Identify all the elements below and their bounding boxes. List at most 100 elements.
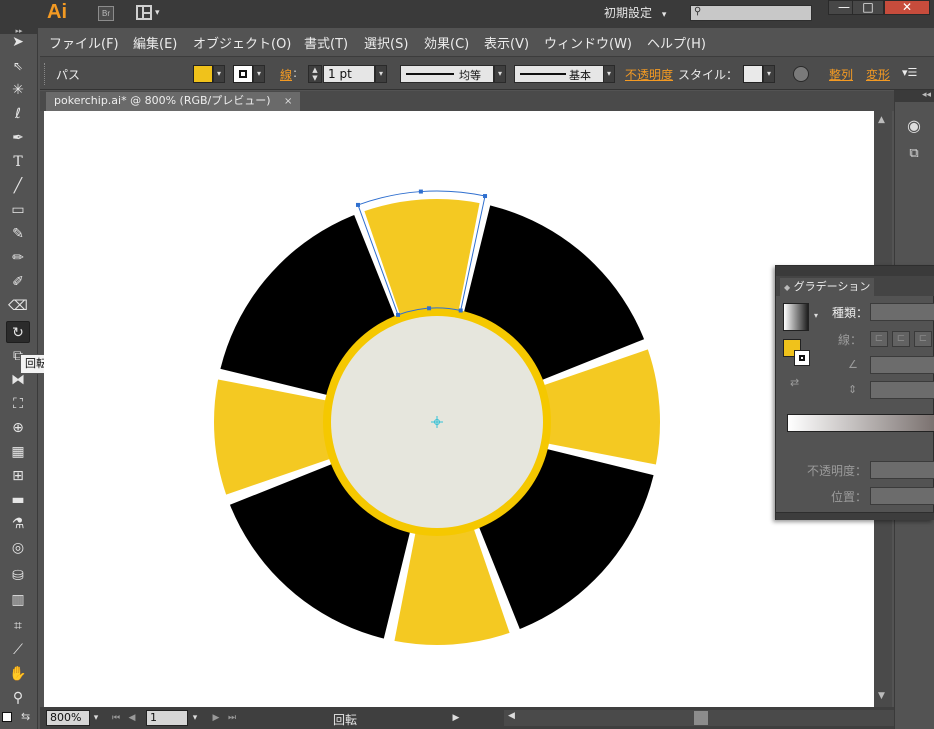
maximize-button[interactable]: □ — [852, 0, 884, 15]
rotate-tool-icon[interactable]: ↻ — [6, 321, 30, 343]
transform-link[interactable]: 変形 — [866, 66, 890, 83]
eyedropper-tool-icon[interactable]: ⚗ — [6, 513, 30, 535]
anchor-point[interactable] — [427, 306, 432, 311]
stroke-weight-stepper[interactable]: ▲ ▼ — [308, 65, 322, 83]
appearance-panel-icon[interactable]: ◉ — [903, 116, 925, 136]
arrange-documents-button[interactable]: ▾ — [136, 5, 164, 22]
style-dropdown[interactable]: ▾ — [763, 65, 775, 83]
pen-tool-icon[interactable]: ✒ — [6, 127, 30, 149]
workspace-switcher[interactable]: 初期設定 ▾ — [604, 4, 666, 21]
document-tab[interactable]: pokerchip.ai* @ 800% (RGB/プレビュー) × — [46, 92, 301, 111]
line-tool-icon[interactable]: ╱ — [6, 175, 30, 197]
slice-tool-icon[interactable]: ⟋ — [6, 639, 30, 661]
zoom-field[interactable]: 800% — [46, 710, 90, 726]
prev-artboard-button[interactable]: ◀ — [126, 710, 138, 726]
panel-grip[interactable] — [44, 63, 47, 85]
next-artboard-button[interactable]: ▶ — [210, 710, 222, 726]
gradient-slider[interactable] — [787, 414, 934, 432]
anchor-point[interactable] — [355, 202, 360, 207]
status-menu-arrow[interactable]: ▶ — [450, 710, 462, 726]
hand-tool-icon[interactable]: ✋ — [6, 663, 30, 685]
menu-help[interactable]: ヘルプ(H) — [647, 33, 706, 52]
magic-wand-tool-icon[interactable]: ✳ — [6, 79, 30, 101]
menu-effect[interactable]: 効果(C) — [424, 33, 469, 52]
eraser-tool-icon[interactable]: ⌫ — [6, 295, 30, 317]
opacity-link[interactable]: 不透明度 — [625, 66, 673, 83]
stroke-weight-field[interactable]: 1 pt — [323, 65, 375, 83]
direct-selection-tool-icon[interactable]: ⇖ — [6, 55, 30, 77]
stroke-apply-across-button[interactable]: ⊏ — [914, 331, 932, 347]
aspect-ratio-field[interactable] — [870, 381, 934, 399]
reverse-gradient-icon[interactable]: ⇄ — [790, 376, 799, 389]
profile-dropdown[interactable]: ▾ — [494, 65, 506, 83]
selection-tool-icon[interactable]: ➤ — [6, 31, 30, 53]
gradient-type-select[interactable] — [870, 303, 934, 321]
stroke-panel-link[interactable]: 線 — [280, 66, 292, 83]
menu-edit[interactable]: 編集(E) — [133, 33, 177, 52]
menu-object[interactable]: オブジェクト(O) — [193, 33, 291, 52]
mesh-tool-icon[interactable]: ⊞ — [6, 465, 30, 487]
anchor-point[interactable] — [458, 308, 463, 313]
stroke-color-swatch[interactable] — [794, 350, 810, 366]
anchor-point[interactable] — [483, 194, 488, 199]
graphic-style-swatch[interactable] — [743, 65, 763, 83]
angle-field[interactable] — [870, 356, 934, 374]
pencil-tool-icon[interactable]: ✏ — [6, 247, 30, 269]
scroll-up-icon[interactable]: ▲ — [878, 115, 885, 125]
stroke-apply-along-button[interactable]: ⊏ — [892, 331, 910, 347]
fill-dropdown[interactable]: ▾ — [213, 65, 225, 83]
brush-definition[interactable]: 基本 — [514, 65, 604, 83]
scroll-left-icon[interactable]: ◀ — [508, 711, 515, 721]
layers-panel-icon[interactable]: ⧉ — [903, 144, 925, 164]
scrollbar-thumb[interactable] — [694, 711, 708, 725]
type-tool-icon[interactable]: T — [6, 151, 30, 173]
zoom-tool-icon[interactable]: ⚲ — [6, 687, 30, 709]
zoom-dropdown[interactable]: ▾ — [90, 710, 102, 726]
menu-select[interactable]: 選択(S) — [364, 33, 408, 52]
artboard-dropdown[interactable]: ▾ — [189, 710, 201, 726]
stroke-swatch[interactable] — [233, 65, 253, 83]
position-field[interactable] — [870, 487, 934, 505]
panel-menu-icon[interactable]: ▾☰ — [902, 66, 917, 79]
menu-file[interactable]: ファイル(F) — [49, 33, 119, 52]
paintbrush-tool-icon[interactable]: ✎ — [6, 223, 30, 245]
column-graph-tool-icon[interactable]: ▥ — [6, 589, 30, 611]
opacity-field[interactable] — [870, 461, 934, 479]
stroke-dropdown[interactable]: ▾ — [253, 65, 265, 83]
collapse-arrow-icon[interactable]: ◆ — [784, 283, 790, 292]
dock-collapse-icon[interactable]: ◂◂ — [895, 90, 934, 102]
swap-colors-icon[interactable]: ⇆ — [21, 710, 30, 723]
menu-window[interactable]: ウィンドウ(W) — [544, 33, 632, 52]
fill-swatch[interactable] — [193, 65, 213, 83]
last-artboard-button[interactable]: ⏭ — [226, 710, 238, 726]
artboard-canvas[interactable] — [44, 111, 874, 707]
search-input[interactable]: ⚲ — [690, 5, 812, 21]
blend-tool-icon[interactable]: ◎ — [6, 537, 30, 559]
lasso-tool-icon[interactable]: ℓ — [6, 103, 30, 125]
close-button[interactable]: ✕ — [884, 0, 930, 15]
recolor-artwork-icon[interactable] — [793, 66, 809, 82]
variable-width-profile[interactable]: 均等 — [400, 65, 494, 83]
blob-brush-tool-icon[interactable]: ✐ — [6, 271, 30, 293]
align-link[interactable]: 整列 — [829, 66, 853, 83]
gradient-tool-icon[interactable]: ▬ — [6, 489, 30, 511]
perspective-grid-tool-icon[interactable]: ▦ — [6, 441, 30, 463]
symbol-sprayer-tool-icon[interactable]: ⛁ — [6, 565, 30, 587]
rectangle-tool-icon[interactable]: ▭ — [6, 199, 30, 221]
artboard-number-field[interactable]: 1 — [146, 710, 188, 726]
anchor-point[interactable] — [418, 189, 423, 194]
stroke-weight-dropdown[interactable]: ▾ — [375, 65, 387, 83]
panel-drag-bar[interactable] — [776, 266, 934, 276]
gradient-panel-tab[interactable]: ◆ グラデーション — [780, 278, 875, 296]
default-colors-icon[interactable] — [2, 712, 12, 722]
anchor-point[interactable] — [396, 312, 401, 317]
bridge-button[interactable]: Br — [98, 6, 114, 21]
gradient-preview-swatch[interactable] — [783, 303, 809, 331]
close-tab-icon[interactable]: × — [284, 96, 292, 107]
first-artboard-button[interactable]: ⏮ — [110, 710, 122, 726]
menu-view[interactable]: 表示(V) — [484, 33, 529, 52]
stroke-apply-within-button[interactable]: ⊏ — [870, 331, 888, 347]
shape-builder-tool-icon[interactable]: ⊕ — [6, 417, 30, 439]
panel-resize-bar[interactable] — [776, 512, 934, 520]
menu-type[interactable]: 書式(T) — [304, 33, 348, 52]
